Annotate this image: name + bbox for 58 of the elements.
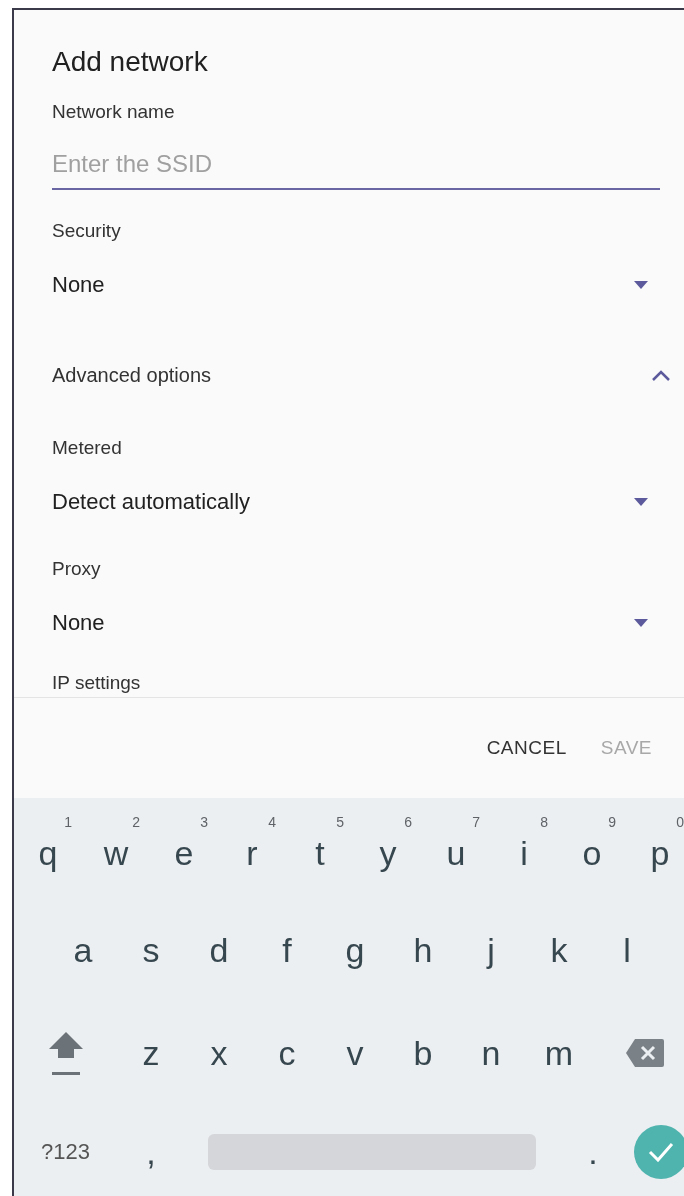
field-label: Metered [52,436,122,460]
dropdown-field[interactable]: None [52,595,648,651]
checkmark-icon [648,1142,674,1162]
key-hint: 4 [268,814,276,830]
keyboard-key[interactable]: y 6 [354,798,422,898]
field-label: Network name [52,100,175,124]
keyboard-key[interactable]: h [389,898,457,1001]
keyboard-key[interactable]: . [559,1104,627,1196]
keyboard-key[interactable]: d [185,898,253,1001]
keyboard-key[interactable]: c [253,1001,321,1104]
dialog-button[interactable]: CANCEL [476,729,577,767]
keyboard-key[interactable]: s [117,898,185,1001]
backspace-icon[interactable] [624,1037,665,1068]
dropdown-arrow-icon [634,281,648,289]
dropdown-arrow-icon [634,498,648,506]
key-hint: 3 [200,814,208,830]
keyboard-key[interactable]: g [321,898,389,1001]
keyboard-key[interactable]: b [389,1001,457,1104]
keyboard-key[interactable]: e 3 [150,798,218,898]
advanced-options-toggle[interactable]: Advanced options [52,347,670,403]
keyboard-key[interactable]: w 2 [82,798,150,898]
field-label: IP settings [52,673,142,693]
dropdown-arrow-icon [634,619,648,627]
key-hint: 7 [472,814,480,830]
keyboard-key[interactable]: m [525,1001,593,1104]
key-hint: 5 [336,814,344,830]
keyboard-key[interactable]: l [593,898,661,1001]
key-hint: 0 [676,814,684,830]
done-key[interactable] [634,1125,684,1179]
keyboard-key[interactable]: n [457,1001,525,1104]
ssid-input[interactable]: Enter the SSID [52,140,660,190]
keyboard-key[interactable]: k [525,898,593,1001]
keyboard-key[interactable]: f [253,898,321,1001]
symbols-key[interactable]: ?123 [41,1139,90,1165]
key-hint: 2 [132,814,140,830]
key-hint: 9 [608,814,616,830]
keyboard-key[interactable]: j [457,898,525,1001]
key-hint: 1 [64,814,72,830]
keyboard-key[interactable]: a [49,898,117,1001]
field-label: Proxy [52,557,101,581]
keyboard-key[interactable]: i 8 [490,798,558,898]
dropdown-field[interactable]: None [52,257,648,313]
keyboard-key[interactable]: v [321,1001,389,1104]
dialog-title: Add network [52,45,209,79]
key-hint: 8 [540,814,548,830]
keyboard-key[interactable]: r 4 [218,798,286,898]
keyboard-key[interactable]: u 7 [422,798,490,898]
keyboard-key[interactable]: , [117,1104,185,1196]
keyboard-key[interactable]: z [117,1001,185,1104]
keyboard-key[interactable]: x [185,1001,253,1104]
keyboard-key[interactable]: q 1 [14,798,82,898]
keyboard-key[interactable]: p 0 [626,798,684,898]
field-label: Security [52,219,121,243]
dropdown-field[interactable]: Detect automatically [52,474,648,530]
key-hint: 6 [404,814,412,830]
keyboard-key[interactable]: o 9 [558,798,626,898]
keyboard-key[interactable]: t 5 [286,798,354,898]
chevron-up-icon [652,369,670,381]
